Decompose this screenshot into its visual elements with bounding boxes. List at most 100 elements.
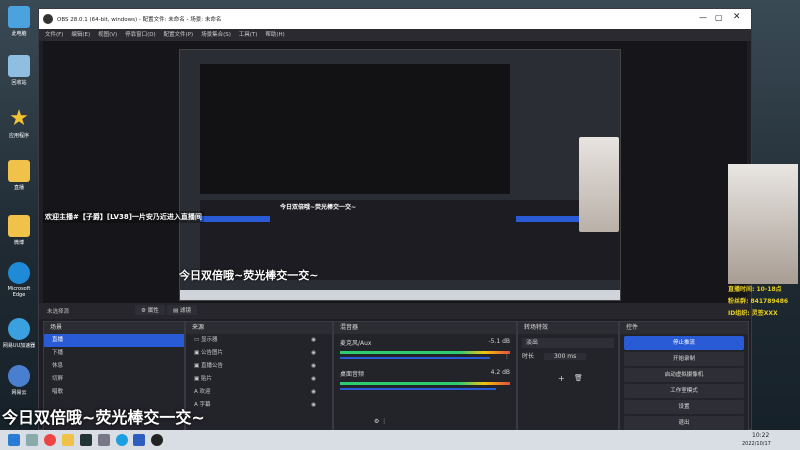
captured-control-selected <box>516 216 586 222</box>
desktop-icon-weibo[interactable]: 微博 <box>2 215 36 246</box>
folder-icon[interactable] <box>61 434 74 446</box>
duration-input[interactable]: 300 ms <box>543 353 587 360</box>
eye-icon[interactable]: ◉ <box>311 373 316 386</box>
audio-mixer-dock: 混音器 麦克风/Aux -5.1 dB ⋮ 桌面音频 4.2 dB ⚙ ⋮ <box>333 321 517 431</box>
volume-slider[interactable] <box>340 357 490 359</box>
desktop-icon-edge[interactable]: Microsoft Edge <box>2 262 36 298</box>
sources-header: 来源 <box>186 322 332 334</box>
desktop-icon-apps[interactable]: ★ 应用程序 <box>2 106 36 140</box>
add-transition-button[interactable]: + <box>558 374 565 383</box>
volume-slider[interactable] <box>340 388 497 390</box>
word-icon[interactable] <box>133 434 146 446</box>
source-item[interactable]: ▣ 贴片 ◉ <box>186 373 332 386</box>
source-toolbar: 未选择源 ⚙ 属性 ▤ 滤镜 <box>39 303 751 319</box>
eye-icon[interactable]: ◉ <box>311 399 316 412</box>
clock-time: 10:22 <box>752 432 770 439</box>
menu-profile[interactable]: 配置文件(P) <box>164 29 194 41</box>
recycle-bin-icon <box>8 55 30 77</box>
volume-meter <box>340 382 510 385</box>
c-icon <box>8 365 30 387</box>
desktop-icon-live[interactable]: 直播 <box>2 160 36 191</box>
filter-icon: ▤ <box>173 308 179 314</box>
menu-file[interactable]: 文件(F) <box>45 29 63 41</box>
delete-transition-icon[interactable]: 🗑 <box>574 374 583 382</box>
start-recording-button[interactable]: 开始录制 <box>624 352 744 366</box>
desktop-icon-recycle-bin[interactable]: 回收站 <box>2 55 36 86</box>
controls-dock: 控件 停止推流 开始录制 启动虚拟摄像机 工作室模式 设置 退出 <box>619 321 749 431</box>
filters-button[interactable]: ▤ 滤镜 <box>167 305 197 315</box>
eye-icon[interactable]: ◉ <box>311 360 316 373</box>
eye-icon[interactable]: ◉ <box>311 347 316 360</box>
monitor-icon <box>8 6 30 28</box>
settings-button[interactable]: 设置 <box>624 400 744 414</box>
scene-item[interactable]: 切屏 <box>44 373 184 386</box>
transitions-dock: 转场特效 淡出 时长 300 ms + 🗑 <box>517 321 619 431</box>
captured-preview <box>200 64 510 194</box>
subtitle-overlay: 今日双倍哦~荧光棒交一交~ <box>179 269 319 282</box>
channel-name: 桌面音频 <box>340 371 365 378</box>
start-virtual-camera-button[interactable]: 启动虚拟摄像机 <box>624 368 744 382</box>
scene-item[interactable]: 休息 <box>44 360 184 373</box>
volume-meter <box>340 351 510 354</box>
welcome-banner: 欢迎主播#【子爵】[LV38]一片安乃近进入直播间 <box>43 211 204 223</box>
channel-name: 麦克风/Aux <box>340 340 372 347</box>
exit-button[interactable]: 退出 <box>624 416 744 430</box>
search-icon[interactable] <box>25 434 38 446</box>
edge-icon <box>8 262 30 284</box>
no-source-label: 未选择源 <box>47 309 70 315</box>
mini-subtitle: 今日双倍哦~荧光棒交一交~ <box>280 204 357 211</box>
folder-icon <box>8 160 30 182</box>
mixer-settings-button[interactable]: ⚙ ⋮ <box>374 418 387 425</box>
qq-icon[interactable] <box>115 434 128 446</box>
title-bar[interactable]: OBS 28.0.1 (64-bit, windows) - 配置文件: 未命名… <box>39 9 751 29</box>
channel-db: -5.1 dB <box>488 338 510 345</box>
star-icon: ★ <box>9 106 29 131</box>
mixer-channel: 麦克风/Aux -5.1 dB ⋮ <box>334 334 516 363</box>
obs-logo-icon <box>43 14 53 24</box>
steam-icon[interactable] <box>79 434 92 446</box>
scene-item[interactable]: 下播 <box>44 347 184 360</box>
minimize-button[interactable]: — <box>699 13 707 22</box>
source-item[interactable]: A 字幕 ◉ <box>186 399 332 412</box>
maximize-button[interactable]: ▢ <box>715 13 723 22</box>
chrome-icon[interactable] <box>43 434 56 446</box>
scene-item[interactable]: 直播 <box>44 334 184 347</box>
image-icon: ▣ <box>194 363 201 369</box>
obs-taskbar-icon[interactable] <box>151 434 164 446</box>
sources-dock: 来源 ▭ 显示器 ◉ ▣ 公告图片 ◉ ▣ 直播公告 ◉ ▣ 贴片 ◉ A 欢迎 ◉ A … <box>185 321 333 431</box>
settings-icon[interactable]: ⋮ <box>504 353 510 360</box>
mixer-channel: 桌面音频 4.2 dB <box>334 363 516 396</box>
settings-icon[interactable] <box>97 434 110 446</box>
image-icon: ▣ <box>194 350 201 356</box>
menu-edit[interactable]: 编辑(E) <box>71 29 90 41</box>
menu-tools[interactable]: 工具(T) <box>239 29 258 41</box>
streamer-photo-small <box>579 137 619 232</box>
menu-scene-collection[interactable]: 场景集合(S) <box>201 29 231 41</box>
stream-info-overlay: 直播时间: 10-18点 粉丝群: 841789486 ID组织: 灵签XXX <box>728 286 789 317</box>
duration-row: 时长 300 ms <box>522 352 614 362</box>
mixer-header: 混音器 <box>334 322 516 334</box>
desktop-icon-netease[interactable]: 网易云 <box>2 365 36 396</box>
desktop-icon-this-pc[interactable]: 此电脑 <box>2 6 36 37</box>
scene-item[interactable]: 唱歌 <box>44 386 184 399</box>
source-item[interactable]: ▣ 直播公告 ◉ <box>186 360 332 373</box>
menu-docks[interactable]: 停靠窗口(D) <box>125 29 156 41</box>
source-item[interactable]: ▭ 显示器 ◉ <box>186 334 332 347</box>
controls-header: 控件 <box>620 322 748 334</box>
studio-mode-button[interactable]: 工作室模式 <box>624 384 744 398</box>
menu-help[interactable]: 帮助(H) <box>265 29 284 41</box>
windows-start-icon[interactable] <box>8 434 20 446</box>
menu-view[interactable]: 视图(V) <box>98 29 117 41</box>
captured-taskbar <box>180 290 620 300</box>
stop-streaming-button[interactable]: 停止推流 <box>624 336 744 350</box>
preview-canvas[interactable]: 今日双倍哦~荧光棒交一交~ 欢迎主播#【子爵】[LV38]一片安乃近进入直播间 … <box>43 41 747 303</box>
properties-button[interactable]: ⚙ 属性 <box>135 305 165 315</box>
eye-icon[interactable]: ◉ <box>311 386 316 399</box>
transition-select[interactable]: 淡出 <box>522 338 614 348</box>
source-item[interactable]: ▣ 公告图片 ◉ <box>186 347 332 360</box>
close-button[interactable]: ✕ <box>733 12 741 22</box>
source-item[interactable]: A 欢迎 ◉ <box>186 386 332 399</box>
channel-db: 4.2 dB <box>490 369 510 376</box>
eye-icon[interactable]: ◉ <box>311 334 316 347</box>
desktop-icon-uu[interactable]: 网易UU加速器 <box>2 318 36 349</box>
